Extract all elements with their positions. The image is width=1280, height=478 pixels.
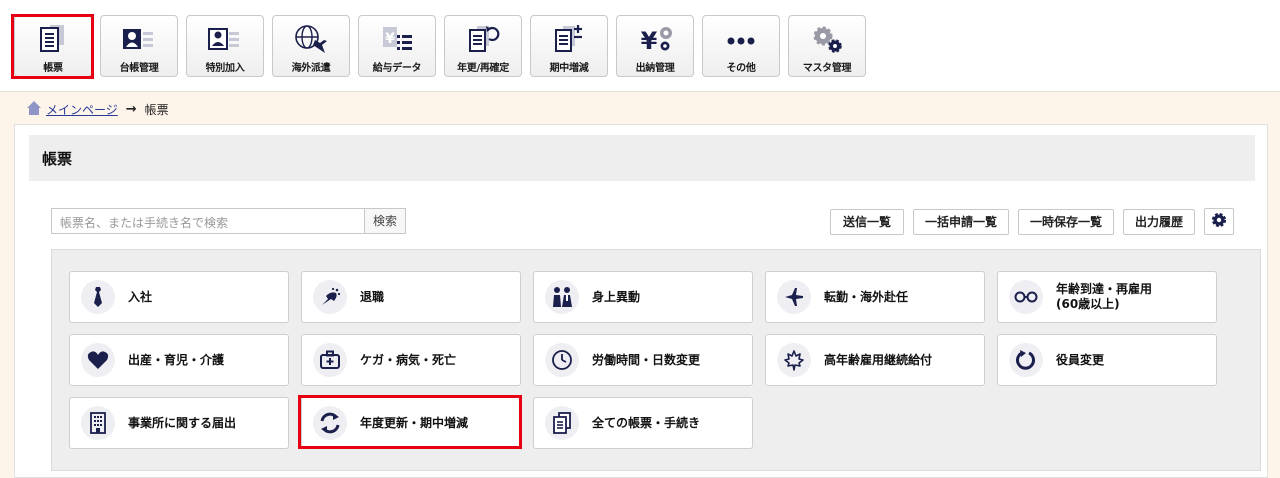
toolbar-button-label: 出納管理	[635, 63, 675, 74]
toolbar-button-special-enrollment[interactable]: 特別加入	[186, 15, 264, 77]
tile-label: 年度更新・期中増減	[360, 415, 469, 430]
tile-label: 身上異動	[592, 289, 641, 304]
heart-icon	[81, 343, 115, 377]
toolbar-button-midterm-change[interactable]: 期中増減	[530, 15, 608, 77]
tile-label: 労働時間・日数変更	[592, 352, 701, 367]
toolbar-button-overseas-dispatch[interactable]: 海外派遣	[272, 15, 350, 77]
globe-plane-icon	[273, 22, 349, 56]
toolbar-button-other[interactable]: その他	[702, 15, 780, 77]
panel-header: 帳票	[29, 135, 1255, 181]
output-history-button[interactable]: 出力履歴	[1123, 209, 1195, 235]
tile-injury-illness[interactable]: ケガ・病気・死亡	[301, 334, 521, 386]
documents-icon	[545, 406, 579, 440]
document-plus-minus-icon	[531, 22, 607, 56]
tile-retirement[interactable]: 退職	[301, 271, 521, 323]
circular-arrow-icon	[1009, 343, 1043, 377]
tile-officer-change[interactable]: 役員変更	[997, 334, 1217, 386]
building-icon	[81, 406, 115, 440]
tile-childcare[interactable]: 出産・育児・介護	[69, 334, 289, 386]
yen-gear-icon: ¥	[617, 22, 693, 56]
tile-label: 高年齢雇用継続給付	[824, 352, 933, 367]
more-dots-icon	[703, 22, 779, 56]
toolbar-button-salary-data[interactable]: ¥ 給与データ	[358, 15, 436, 77]
id-card-plus-icon	[187, 22, 263, 56]
tile-label: 転勤・海外赴任	[824, 289, 909, 304]
bulk-application-list-button[interactable]: 一括申請一覧	[913, 209, 1009, 235]
toolbar-button-label: 台帳管理	[119, 63, 159, 74]
tile-age-reemployment[interactable]: 年齢到達・再雇用 (60歳以上)	[997, 271, 1217, 323]
toolbar-button-label: 特別加入	[205, 63, 245, 74]
procedure-tiles: 入社 退職 身上異動 転勤・海外赴任 年齢到達・再雇用 (60歳以上) 出産・育…	[51, 249, 1261, 471]
gears-icon	[789, 22, 865, 56]
document-refresh-icon	[445, 22, 521, 56]
airplane-icon	[777, 280, 811, 314]
tile-label: 年齢到達・再雇用 (60歳以上)	[1056, 282, 1153, 311]
yen-list-icon: ¥	[359, 22, 435, 56]
medical-kit-icon	[313, 343, 347, 377]
tile-elderly-employment-benefit[interactable]: 高年齢雇用継続給付	[765, 334, 985, 386]
breadcrumb-home-link[interactable]: メインページ	[46, 101, 118, 118]
clock-icon	[545, 343, 579, 377]
svg-text:¥: ¥	[385, 31, 395, 47]
toolbar-button-label: マスタ管理	[802, 63, 852, 74]
tile-annual-update-midterm[interactable]: 年度更新・期中増減	[301, 397, 521, 449]
toolbar-button-forms[interactable]: 帳票	[14, 15, 92, 77]
page-title: 帳票	[42, 150, 73, 168]
toolbar-button-master-management[interactable]: マスタ管理	[788, 15, 866, 77]
toolbar-button-label: その他	[726, 63, 756, 74]
gear-icon	[1210, 211, 1228, 233]
breadcrumb: メインページ → 帳票	[26, 100, 169, 118]
tile-all-forms[interactable]: 全ての帳票・手続き	[533, 397, 753, 449]
tile-label: 入社	[128, 289, 153, 304]
toolbar-button-label: 年更/再確定	[457, 63, 509, 74]
toolbar-button-label: 海外派遣	[291, 63, 331, 74]
tile-office-notification[interactable]: 事業所に関する届出	[69, 397, 289, 449]
tile-transfer[interactable]: 転勤・海外赴任	[765, 271, 985, 323]
arrow-right-icon: →	[125, 101, 137, 117]
home-icon	[26, 100, 42, 119]
tile-label: 事業所に関する届出	[128, 415, 237, 430]
bouquet-icon	[313, 280, 347, 314]
tile-label: 全ての帳票・手続き	[592, 415, 701, 430]
toolbar-button-label: 帳票	[43, 63, 63, 74]
toolbar-button-label: 期中増減	[549, 63, 589, 74]
tile-label: 役員変更	[1056, 352, 1105, 367]
tile-joining[interactable]: 入社	[69, 271, 289, 323]
necktie-icon	[81, 280, 115, 314]
refresh-arrows-icon	[313, 406, 347, 440]
toolbar-button-ledger[interactable]: 台帳管理	[100, 15, 178, 77]
tile-working-hours[interactable]: 労働時間・日数変更	[533, 334, 753, 386]
tile-label: 退職	[360, 289, 385, 304]
temporary-save-list-button[interactable]: 一時保存一覧	[1018, 209, 1114, 235]
forms-panel: 帳票 帳票名、または手続き名で検索 検索 送信一覧 一括申請一覧 一時保存一覧 …	[14, 124, 1268, 478]
breadcrumb-current: 帳票	[144, 102, 169, 117]
maple-leaf-icon	[777, 343, 811, 377]
top-toolbar: 帳票 台帳管理 特別加入 海外派遣 ¥ 給与データ 年更/再確定 期中増減 ¥ …	[0, 0, 1280, 92]
id-card-icon	[101, 22, 177, 56]
search-input[interactable]: 帳票名、または手続き名で検索	[51, 208, 365, 234]
toolbar-button-label: 給与データ	[372, 63, 422, 74]
toolbar-button-cash-management[interactable]: ¥ 出納管理	[616, 15, 694, 77]
sent-list-button[interactable]: 送信一覧	[830, 209, 904, 235]
svg-text:¥: ¥	[641, 27, 658, 55]
search-button[interactable]: 検索	[364, 208, 406, 234]
couple-icon	[545, 280, 579, 314]
glasses-icon	[1009, 280, 1043, 314]
tile-label: ケガ・病気・死亡	[360, 352, 457, 367]
settings-button[interactable]	[1204, 208, 1234, 235]
tile-label: 出産・育児・介護	[128, 352, 225, 367]
document-stack-icon	[15, 22, 91, 56]
toolbar-button-annual-update[interactable]: 年更/再確定	[444, 15, 522, 77]
tile-personal-change[interactable]: 身上異動	[533, 271, 753, 323]
